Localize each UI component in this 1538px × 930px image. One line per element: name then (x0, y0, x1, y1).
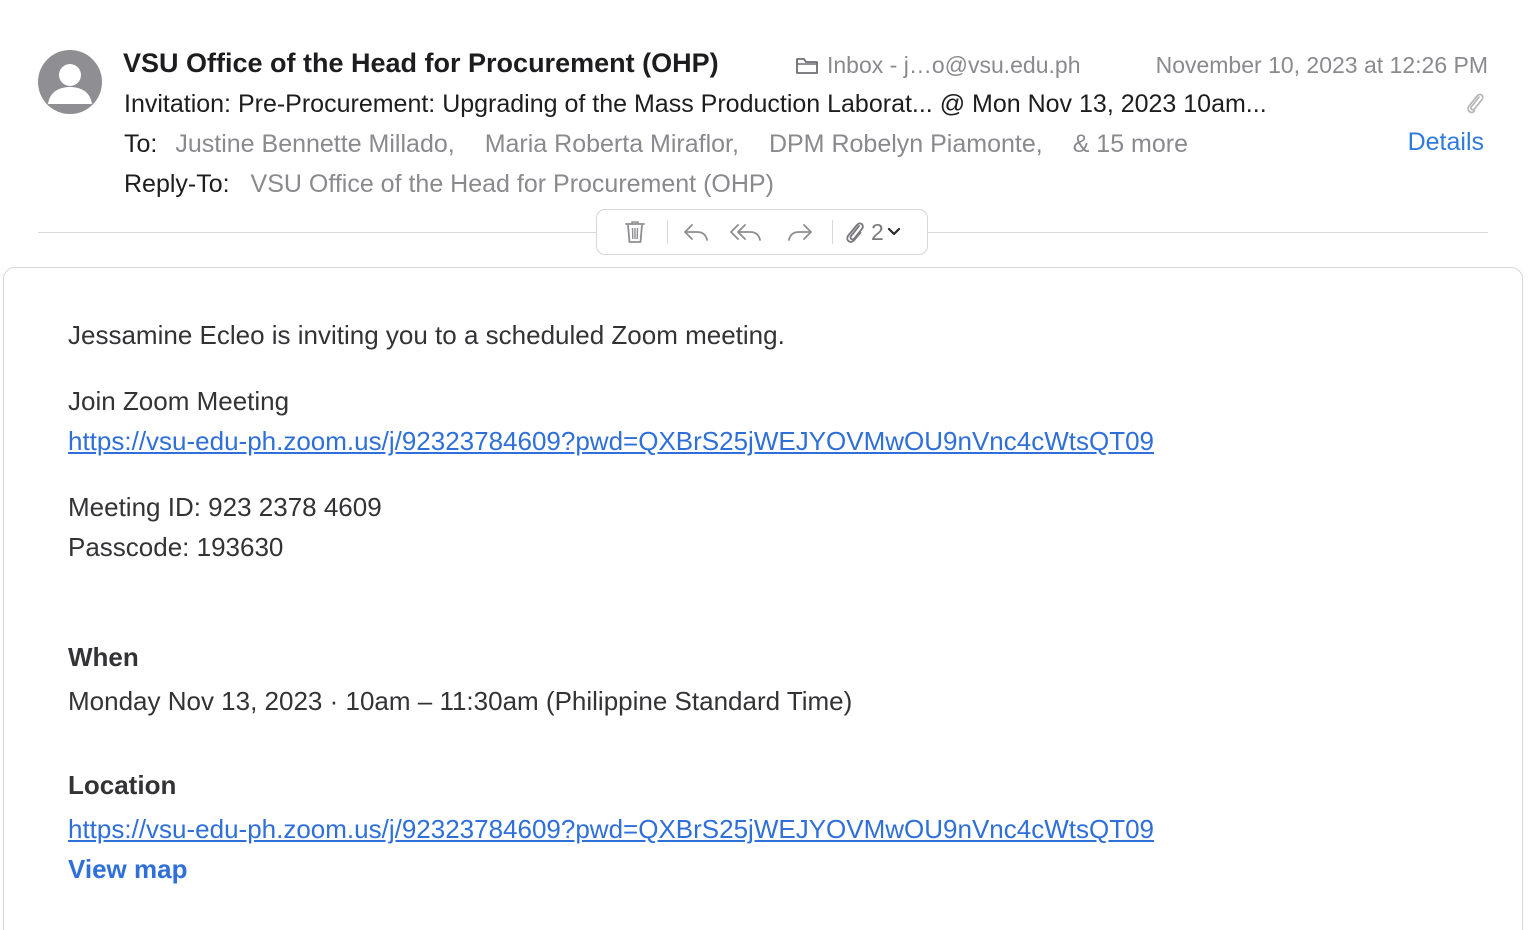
to-recipients-row: To: Justine Bennette Millado, Maria Robe… (124, 130, 1188, 159)
toolbar-separator (667, 220, 668, 244)
trash-icon (625, 221, 645, 243)
when-heading: When (68, 642, 139, 672)
when-value: Monday Nov 13, 2023 · 10am – 11:30am (Ph… (68, 686, 853, 716)
person-icon (48, 64, 92, 104)
details-link[interactable]: Details (1408, 128, 1484, 157)
message-subject: Invitation: Pre-Procurement: Upgrading o… (124, 90, 1267, 118)
zoom-join-link[interactable]: https://vsu-edu-ph.zoom.us/j/92323784609… (68, 426, 1154, 457)
reply-all-button[interactable] (718, 209, 774, 255)
recipient[interactable]: DPM Robelyn Piamonte, (769, 130, 1043, 159)
to-label: To: (124, 130, 158, 158)
paperclip-icon (846, 222, 864, 243)
reply-to-value[interactable]: VSU Office of the Head for Procurement (… (251, 170, 774, 198)
join-zoom-label: Join Zoom Meeting (68, 386, 290, 416)
reply-all-icon (730, 224, 761, 241)
chevron-down-icon (887, 227, 900, 236)
message-toolbar: 2 (596, 209, 928, 255)
attachment-count: 2 (871, 218, 884, 245)
location-heading: Location (68, 770, 177, 800)
meeting-passcode: Passcode: 193630 (68, 532, 284, 562)
reply-icon (684, 224, 708, 241)
recipient[interactable]: Maria Roberta Miraflor, (485, 130, 739, 159)
reply-to-row: Reply-To: VSU Office of the Head for Pro… (124, 170, 774, 199)
avatar (38, 50, 102, 114)
view-map-link[interactable]: View map (68, 854, 187, 885)
mailbox-label: Inbox - j…o@vsu.edu.ph (827, 52, 1081, 78)
forward-button[interactable] (774, 209, 826, 255)
meeting-id: Meeting ID: 923 2378 4609 (68, 492, 382, 522)
recipient[interactable]: Justine Bennette Millado, (175, 130, 454, 159)
mailbox-indicator[interactable]: Inbox - j…o@vsu.edu.ph (795, 52, 1080, 79)
folder-icon (796, 57, 818, 74)
paperclip-icon (1464, 90, 1486, 121)
reply-button[interactable] (678, 209, 714, 255)
location-link[interactable]: https://vsu-edu-ph.zoom.us/j/92323784609… (68, 814, 1154, 845)
attachments-button[interactable]: 2 (843, 209, 902, 255)
forward-icon (788, 224, 812, 241)
toolbar-separator (832, 220, 833, 244)
sender-name[interactable]: VSU Office of the Head for Procurement (… (123, 48, 719, 79)
mail-message-view: VSU Office of the Head for Procurement (… (0, 0, 1538, 930)
delete-button[interactable] (615, 209, 655, 255)
invite-intro: Jessamine Ecleo is inviting you to a sch… (68, 320, 785, 350)
reply-to-label: Reply-To: (124, 170, 230, 198)
more-recipients[interactable]: & 15 more (1073, 130, 1188, 159)
message-datetime: November 10, 2023 at 12:26 PM (1155, 52, 1488, 78)
